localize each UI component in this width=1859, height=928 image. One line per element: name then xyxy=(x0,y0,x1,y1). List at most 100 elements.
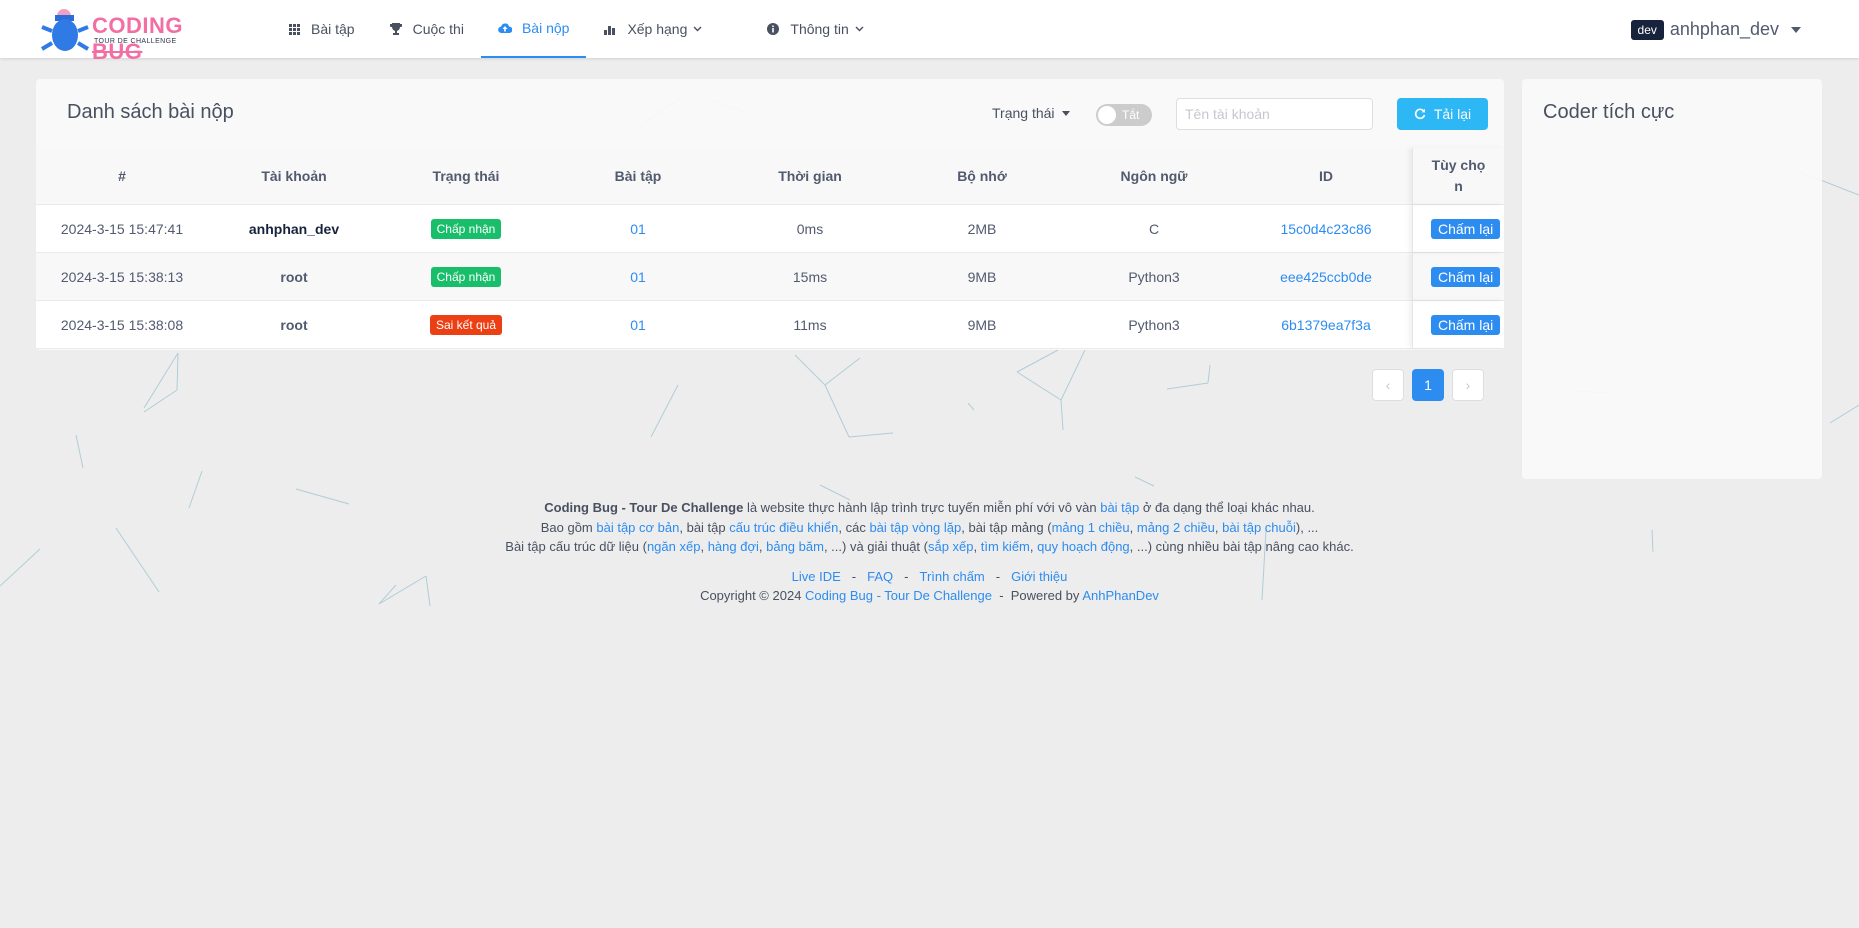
footer-link-live-ide[interactable]: Live IDE xyxy=(792,569,841,584)
nav-item-about[interactable]: Thông tin xyxy=(749,0,880,58)
table-row: 2024-3-15 15:47:41 anhphan_dev Chấp nhận… xyxy=(36,205,1504,253)
side-card-title: Coder tích cực xyxy=(1543,101,1675,123)
footer-text: , các xyxy=(838,519,870,535)
username: anhphan_dev xyxy=(1669,19,1779,39)
rejudge-button[interactable]: Chấm lại xyxy=(1431,266,1501,287)
footer-text: , ...) cùng nhiều bài tập nâng cao khác. xyxy=(1129,539,1354,554)
col-header: ID xyxy=(1319,168,1333,184)
footer-links: Live IDE - FAQ - Trình chấm - Giới thiệu xyxy=(0,567,1859,587)
powered-link[interactable]: AnhPhanDev xyxy=(1082,588,1159,603)
reload-label: Tải lại xyxy=(1433,106,1472,122)
col-header: Ngôn ngữ xyxy=(1120,168,1188,184)
col-header: Trạng thái xyxy=(432,168,500,184)
submission-id-link[interactable]: 15c0d4c23c86 xyxy=(1280,221,1371,237)
footer-text: , xyxy=(700,539,708,554)
submission-id-link[interactable]: 6b1379ea7f3a xyxy=(1281,317,1371,333)
status-filter-dropdown[interactable]: Trạng thái xyxy=(992,105,1070,121)
main-nav: Bài tập Cuộc thi Bài nộp Xếp hạng Thông … xyxy=(270,0,881,58)
active-coders-card: Coder tích cực xyxy=(1522,79,1822,479)
footer-link[interactable]: bài tập xyxy=(1100,500,1139,515)
footer-link-faq[interactable]: FAQ xyxy=(867,569,893,584)
col-header: Tài khoản xyxy=(261,168,327,184)
cloud-upload-icon xyxy=(498,21,512,35)
nav-item-problems[interactable]: Bài tập xyxy=(270,0,372,58)
col-header-text: Tùy chọ xyxy=(1431,157,1486,173)
footer-link-about[interactable]: Giới thiệu xyxy=(1011,569,1067,584)
footer-link[interactable]: mảng 2 chiều xyxy=(1137,520,1215,535)
runtime: 15ms xyxy=(792,268,828,285)
footer-link[interactable]: mảng 1 chiều xyxy=(1052,520,1130,535)
powered-text: - Powered by xyxy=(991,588,1083,603)
submissions-card: Danh sách bài nộp Trạng thái Tắt Tải lại… xyxy=(36,79,1504,350)
footer-link[interactable]: bài tập cơ bản xyxy=(596,520,679,535)
language: C xyxy=(1148,220,1160,237)
footer-link[interactable]: bảng băm xyxy=(766,539,824,554)
caret-down-icon xyxy=(1791,26,1801,33)
info-icon xyxy=(766,22,780,36)
submissions-table: # Tài khoản Trạng thái Bài tập Thời gian… xyxy=(36,148,1504,349)
footer-link[interactable]: bài tập chuỗi xyxy=(1222,520,1296,535)
rejudge-button[interactable]: Chấm lại xyxy=(1431,218,1501,239)
logo-tagline: TOUR DE CHALLENGE xyxy=(94,38,177,45)
copyright-link[interactable]: Coding Bug - Tour De Challenge xyxy=(805,588,992,603)
footer-link[interactable]: hàng đợi xyxy=(708,539,759,554)
problem-link[interactable]: 01 xyxy=(630,269,646,285)
page-title: Danh sách bài nộp xyxy=(67,101,234,123)
submit-time: 2024-3-15 15:47:41 xyxy=(60,220,184,237)
bar-chart-icon xyxy=(603,22,617,36)
nav-item-ranking[interactable]: Xếp hạng xyxy=(586,0,719,58)
next-page-button[interactable]: › xyxy=(1452,369,1484,401)
table-row: 2024-3-15 15:38:13 root Chấp nhận 01 15m… xyxy=(36,253,1504,301)
footer-brand: Coding Bug - Tour De Challenge xyxy=(544,500,744,515)
footer-link[interactable]: quy hoạch động xyxy=(1037,539,1130,554)
status-badge: Chấp nhận xyxy=(430,218,502,239)
footer-text: , ...) và giải thuật ( xyxy=(823,539,928,554)
problem-link[interactable]: 01 xyxy=(630,317,646,333)
role-badge: dev xyxy=(1630,19,1664,40)
status-filter-label: Trạng thái xyxy=(992,105,1055,121)
reload-button[interactable]: Tải lại xyxy=(1397,98,1488,130)
grid-icon xyxy=(287,22,301,36)
footer-link[interactable]: tìm kiếm xyxy=(981,539,1030,554)
username-search-input[interactable] xyxy=(1176,98,1373,130)
toggle-label: Tắt xyxy=(1122,108,1140,122)
mine-only-toggle[interactable]: Tắt xyxy=(1096,104,1152,126)
nav-label: Xếp hạng xyxy=(627,21,688,37)
account-link[interactable]: root xyxy=(280,269,307,285)
bug-logo-icon xyxy=(40,9,90,51)
footer-copyright: Copyright © 2024 Coding Bug - Tour De Ch… xyxy=(0,586,1859,606)
status-badge: Chấp nhận xyxy=(430,266,502,287)
page-number-button[interactable]: 1 xyxy=(1412,369,1444,401)
nav-item-submissions[interactable]: Bài nộp xyxy=(480,0,587,58)
footer-separator: - xyxy=(995,568,1001,584)
footer-link[interactable]: sắp xếp xyxy=(928,539,974,554)
memory: 2MB xyxy=(967,220,997,237)
footer-link-judger[interactable]: Trình chấm xyxy=(920,569,985,584)
status-badge: Sai kết quả xyxy=(429,314,503,335)
caret-down-icon xyxy=(1061,110,1070,116)
footer-link[interactable]: bài tập vòng lặp xyxy=(869,520,961,535)
chevron-down-icon xyxy=(693,24,702,35)
refresh-icon xyxy=(1414,108,1426,120)
nav-item-contests[interactable]: Cuộc thi xyxy=(372,0,481,58)
problem-link[interactable]: 01 xyxy=(630,221,646,237)
col-header: # xyxy=(118,168,126,184)
user-menu[interactable]: dev anhphan_dev xyxy=(1630,19,1801,40)
submission-id-link[interactable]: eee425ccb0de xyxy=(1280,269,1372,285)
site-logo[interactable]: CODING BUG TOUR DE CHALLENGE xyxy=(40,5,230,64)
language: Python3 xyxy=(1128,316,1180,333)
runtime: 11ms xyxy=(793,316,827,333)
footer-text: là website thực hành lập trình trực tuyế… xyxy=(743,500,1101,515)
table-row: 2024-3-15 15:38:08 root Sai kết quả 01 1… xyxy=(36,301,1504,349)
toggle-knob xyxy=(1098,106,1116,124)
account-link[interactable]: anhphan_dev xyxy=(249,221,339,237)
col-header: Bài tập xyxy=(614,168,662,184)
runtime: 0ms xyxy=(796,220,824,237)
account-link[interactable]: root xyxy=(280,317,307,333)
footer-link[interactable]: cấu trúc điều khiển xyxy=(729,520,838,535)
nav-label: Bài tập xyxy=(311,21,355,37)
rejudge-button[interactable]: Chấm lại xyxy=(1431,314,1501,335)
prev-page-button[interactable]: ‹ xyxy=(1372,369,1404,401)
footer-text: , bài tập mảng ( xyxy=(961,519,1052,535)
footer-link[interactable]: ngăn xếp xyxy=(647,539,701,554)
